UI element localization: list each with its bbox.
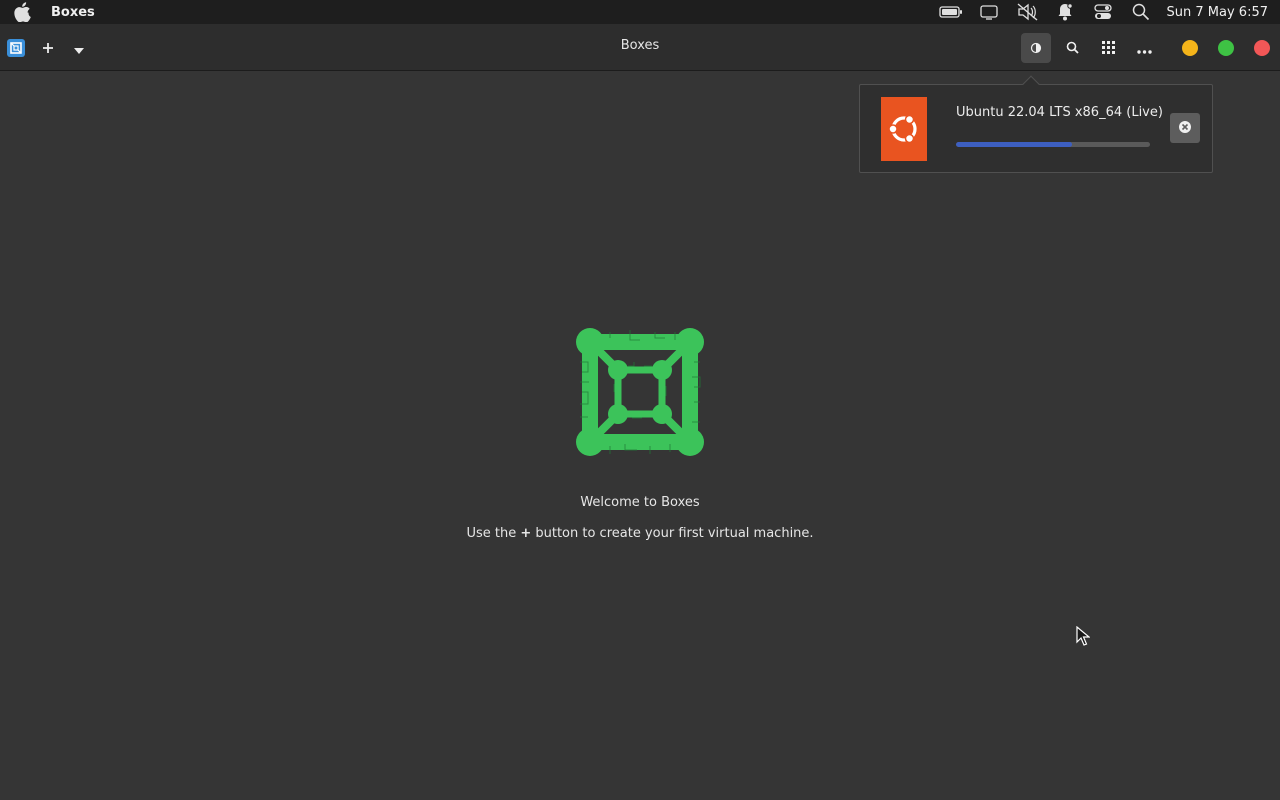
apple-icon[interactable]	[12, 2, 32, 22]
grid-view-icon	[1101, 39, 1115, 58]
header-bar: Boxes	[0, 24, 1280, 71]
welcome-hint: Use the + button to create your first vi…	[0, 526, 1280, 541]
boxes-empty-state-icon	[570, 322, 710, 462]
display-icon[interactable]	[977, 0, 1001, 24]
popover-arrow	[1022, 75, 1040, 93]
notifications-icon[interactable]	[1053, 0, 1077, 24]
volume-muted-icon[interactable]	[1015, 0, 1039, 24]
ubuntu-logo-icon	[881, 97, 927, 161]
download-progress-bar	[956, 142, 1150, 147]
close-button[interactable]	[1254, 40, 1270, 56]
search-button[interactable]	[1057, 33, 1087, 63]
add-machine-button[interactable]	[42, 36, 84, 60]
cancel-download-button[interactable]	[1170, 113, 1200, 143]
minimize-button[interactable]	[1182, 40, 1198, 56]
spotlight-search-icon[interactable]	[1129, 0, 1153, 24]
boxes-app-icon	[7, 39, 25, 57]
plus-icon	[42, 38, 54, 59]
theme-toggle-button[interactable]	[1021, 33, 1051, 63]
mouse-pointer-icon	[1076, 625, 1091, 646]
download-item-name: Ubuntu 22.04 LTS x86_64 (Live)	[956, 105, 1163, 120]
maximize-button[interactable]	[1218, 40, 1234, 56]
hint-text-after: button to create your first virtual mach…	[531, 526, 814, 541]
hint-text-before: Use the	[466, 526, 521, 541]
welcome-heading: Welcome to Boxes	[580, 495, 700, 510]
theme-toggle-icon	[1030, 39, 1042, 58]
more-icon	[1136, 39, 1152, 58]
clock[interactable]: Sun 7 May 6:57	[1167, 5, 1268, 20]
close-circle-icon	[1178, 119, 1192, 138]
battery-icon[interactable]	[938, 0, 963, 24]
main-menu-button[interactable]	[1129, 33, 1159, 63]
control-center-icon[interactable]	[1091, 0, 1115, 24]
chevron-down-icon	[74, 38, 84, 59]
search-icon	[1066, 39, 1079, 58]
active-app-name[interactable]: Boxes	[51, 5, 95, 20]
system-top-bar: Boxes Sun 7 May 6:57	[0, 0, 1280, 24]
hint-plus-symbol: +	[520, 526, 532, 541]
grid-view-button[interactable]	[1093, 33, 1123, 63]
download-progress-fill	[956, 142, 1073, 147]
window-title: Boxes	[620, 38, 660, 53]
downloads-popover: Ubuntu 22.04 LTS x86_64 (Live)	[859, 75, 1213, 173]
